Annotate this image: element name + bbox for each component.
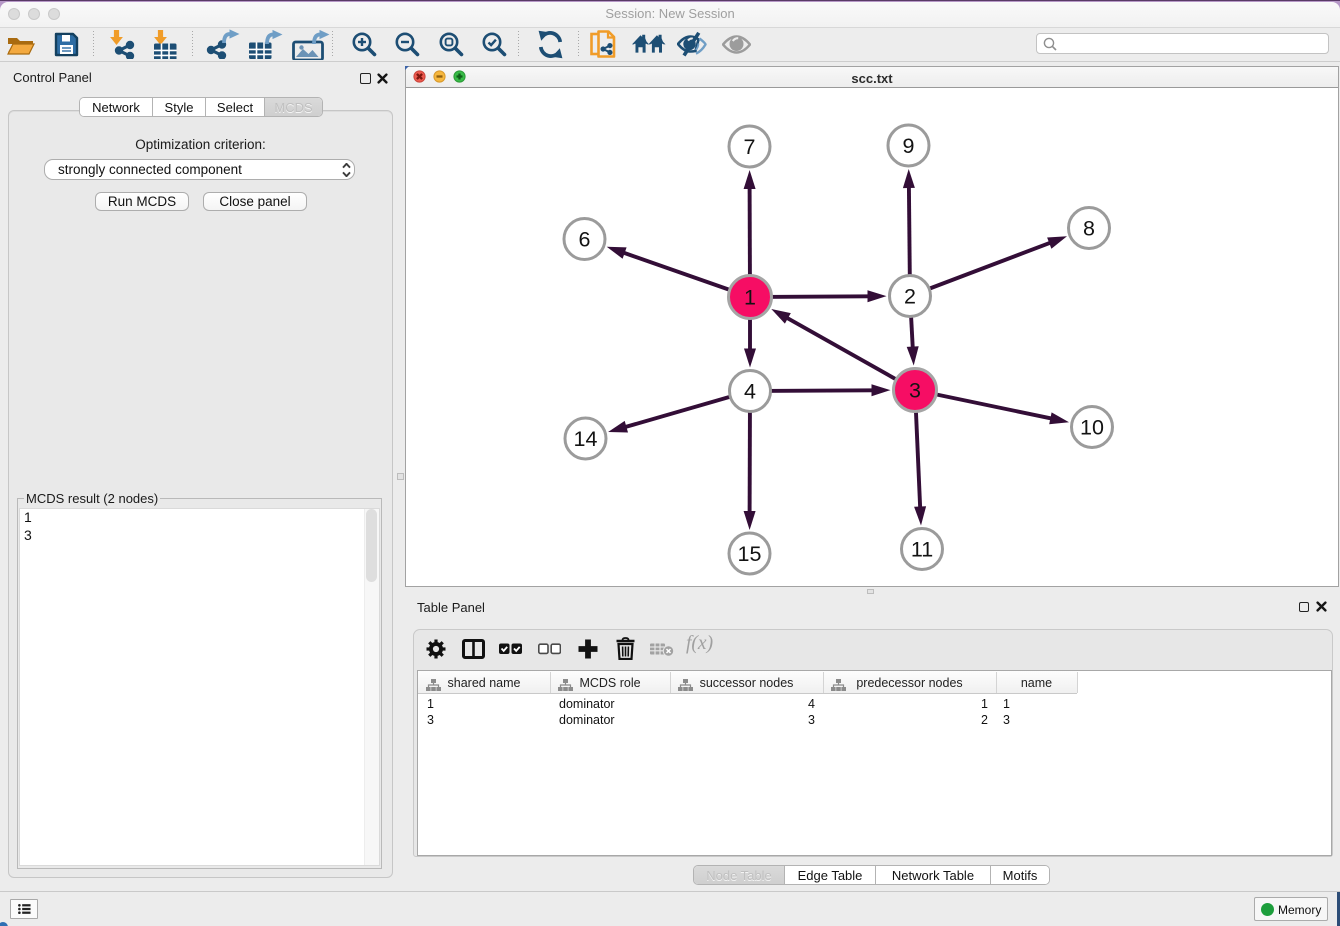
svg-text:10: 10 (1080, 416, 1104, 440)
svg-text:2: 2 (904, 285, 916, 309)
svg-text:3: 3 (909, 379, 921, 403)
svg-text:8: 8 (1083, 217, 1095, 241)
svg-text:1: 1 (744, 286, 756, 310)
svg-text:14: 14 (574, 427, 598, 451)
svg-text:4: 4 (744, 380, 756, 404)
svg-text:11: 11 (911, 538, 933, 562)
svg-text:9: 9 (903, 134, 915, 158)
svg-text:7: 7 (744, 135, 756, 159)
svg-text:15: 15 (738, 542, 762, 566)
svg-text:6: 6 (579, 228, 591, 252)
